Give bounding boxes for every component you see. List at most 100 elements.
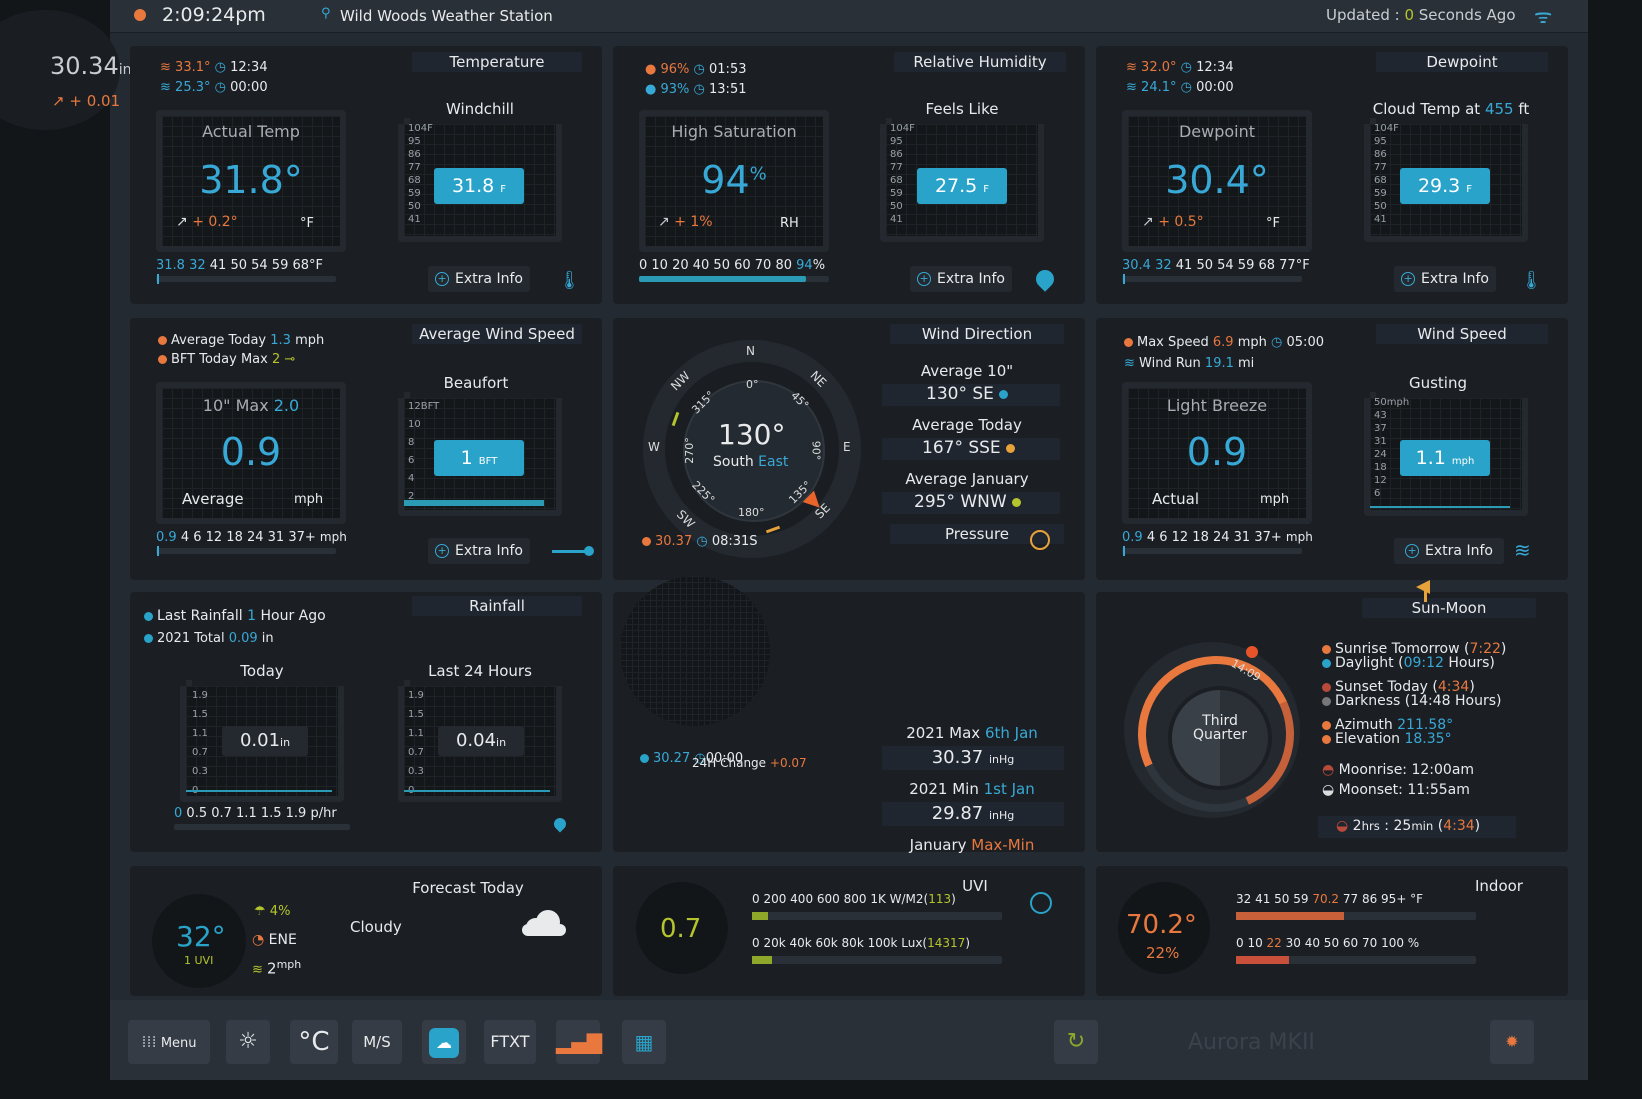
slider-knob-icon xyxy=(584,546,594,556)
bullet-icon xyxy=(158,355,167,364)
humidity-range: 0 10 20 40 50 60 70 80 94% xyxy=(639,258,825,273)
umbrella-icon: ☂ xyxy=(254,904,266,919)
humidity-extra-info-button[interactable]: + Extra Info xyxy=(910,266,1012,292)
temp-min-value: 25.3° xyxy=(175,80,211,95)
windchill-unit: F xyxy=(500,184,507,195)
line1-suffix: Hour Ago xyxy=(256,608,326,624)
refresh-button[interactable]: ↻ xyxy=(1054,1020,1098,1064)
line2-prefix: Wind Run xyxy=(1139,356,1205,371)
pressure-jan-label: January Max-Min xyxy=(880,836,1064,854)
uvi-scale1: 0 200 400 600 800 1K W/M2(113) xyxy=(752,892,956,906)
avg-wind-extra-info-button[interactable]: + Extra Info xyxy=(428,538,530,564)
wind-speed-line2: ≋ Wind Run 19.1 mi xyxy=(1124,356,1254,371)
avg-wind-line1: Average Today 1.3 mph xyxy=(158,333,324,348)
corner-pressure-value: 30.34 xyxy=(50,52,119,80)
night-mode-button[interactable]: ✹ xyxy=(1490,1020,1534,1064)
dew-max-time: 12:34 xyxy=(1196,60,1234,75)
range-a: 0 xyxy=(174,806,183,821)
humidity-value-wrap: 94% xyxy=(645,158,823,202)
refresh-icon: ↻ xyxy=(1066,1029,1086,1054)
jan-value: Max-Min xyxy=(971,836,1035,854)
hum-max-time: 01:53 xyxy=(709,62,747,77)
drop-icon: ● xyxy=(645,82,657,97)
feelslike-scale: 104F 95 86 77 68 59 50 41 xyxy=(890,122,915,226)
scale-tick: 1.5 xyxy=(192,709,208,720)
rainfall-range: 0 0.5 0.7 1.1 1.5 1.9 p/hr xyxy=(174,806,337,821)
scale1-value: 113 xyxy=(928,892,952,906)
remaining-time: ◒ 2hrs : 25min (4:34) xyxy=(1336,818,1481,834)
feelslike-value: 27.5 xyxy=(934,175,978,197)
ms-button[interactable]: M/S xyxy=(352,1020,402,1064)
menu-button[interactable]: ⁞⁞⁞ Menu xyxy=(128,1020,210,1064)
cloudtemp-suffix: ft xyxy=(1513,100,1530,118)
humidity-max: ● 96% ◷ 01:53 xyxy=(645,62,746,77)
cold-icon: ≋ xyxy=(1126,80,1137,95)
updated-suffix: Seconds Ago xyxy=(1413,6,1516,24)
rainfall-title: Rainfall xyxy=(412,596,582,616)
moonrise-icon: ◓ xyxy=(1322,762,1335,778)
calendar-button[interactable]: ▦ xyxy=(622,1020,666,1064)
min-date: 1st Jan xyxy=(983,780,1035,798)
scale-tick: 41 xyxy=(890,214,903,225)
daylight-dot-icon xyxy=(1322,658,1331,668)
dewpoint-extra-info-button[interactable]: + Extra Info xyxy=(1394,266,1496,292)
clock-icon: ◷ xyxy=(214,80,226,95)
bullet-icon xyxy=(144,611,153,621)
hum-max-value: 96% xyxy=(660,62,690,77)
dewpoint-min: ≋ 24.1° ◷ 00:00 xyxy=(1126,80,1234,95)
wind-speed-range: 0.9 4 6 12 18 24 31 37+ mph xyxy=(1122,530,1313,545)
cyan-dot-icon xyxy=(999,389,1009,399)
windchill-scale: 104F 95 86 77 68 59 50 41 xyxy=(408,122,433,226)
line1-prefix: Last Rainfall xyxy=(157,608,248,624)
rain-today-baseline xyxy=(186,790,332,792)
line2-value: 0.09 xyxy=(228,631,258,646)
wind-speed-value: 0.9 xyxy=(1186,430,1248,474)
scale-tick: 1.1 xyxy=(192,728,208,739)
compass-label-n: N xyxy=(746,344,755,358)
scale-tick: 95 xyxy=(408,136,421,147)
gusting-value-pill: 1.1 mph xyxy=(1400,440,1490,476)
cloud-button[interactable]: ☁ xyxy=(422,1020,466,1064)
humidity-card-label: High Saturation xyxy=(671,122,797,141)
scale1-val: 70.2 xyxy=(1312,892,1340,906)
line1-unit: mph xyxy=(1233,335,1267,350)
range-rest: 4 6 12 18 24 31 37+ xyxy=(180,530,316,545)
uvi-refresh-icon[interactable] xyxy=(1030,892,1052,914)
rain-today-value: 0.01 xyxy=(239,730,281,751)
dew-max-value: 32.0° xyxy=(1141,60,1177,75)
rain-today-value-box: 0.01in xyxy=(222,726,308,756)
wind-speed-extra-info-button[interactable]: + Extra Info xyxy=(1394,538,1504,564)
indoor-temp: 70.2° xyxy=(1126,910,1197,940)
forecast-title: Forecast Today xyxy=(412,879,524,897)
scale-tick: 0.7 xyxy=(408,747,424,758)
indoor-humidity: 22% xyxy=(1146,944,1180,962)
ftxt-button[interactable]: FTXT xyxy=(484,1020,536,1064)
sun-position-dot-icon xyxy=(1246,646,1258,658)
min-prefix: 2021 Min xyxy=(909,780,984,798)
scale2-value: 14317 xyxy=(927,936,966,950)
temp-max-time: 12:34 xyxy=(230,60,268,75)
avg-wind-title: Average Wind Speed xyxy=(412,324,582,344)
avg10-value: 130° SE xyxy=(926,384,1012,404)
cloudtemp-scale: 104F 95 86 77 68 59 50 41 xyxy=(1374,122,1399,226)
uvi-bar2-fill xyxy=(752,956,772,964)
line2-unit: in xyxy=(257,631,274,646)
darkness-line: Darkness (14:48 Hours) xyxy=(1322,694,1501,708)
chart-button[interactable]: ▂▄▇ xyxy=(556,1020,602,1064)
avg-wind-value: 0.9 xyxy=(220,430,282,474)
scale-tick: 104F xyxy=(890,123,915,134)
theme-sun-button[interactable]: ☼ xyxy=(226,1020,270,1064)
line1-value: 6.9 xyxy=(1212,335,1234,350)
temperature-extra-info-button[interactable]: + Extra Info xyxy=(428,266,530,292)
celsius-button[interactable]: °C xyxy=(290,1020,338,1064)
pressure-gauge-icon[interactable] xyxy=(1030,530,1050,550)
forecast-wind-dir: ◔ ENE xyxy=(252,932,297,948)
scale-tick: 77 xyxy=(1374,162,1387,173)
forecast-uvi: 1 UVI xyxy=(184,954,214,967)
extra-info-label: Extra Info xyxy=(1421,271,1489,287)
sunmoon-title: Sun-Moon xyxy=(1362,598,1536,618)
avgjan-label: Average January xyxy=(905,470,1029,488)
humidity-min: ● 93% ◷ 13:51 xyxy=(645,82,746,97)
scale-tick: 6 xyxy=(1374,488,1381,499)
wind-icon: ≋ xyxy=(252,962,263,978)
